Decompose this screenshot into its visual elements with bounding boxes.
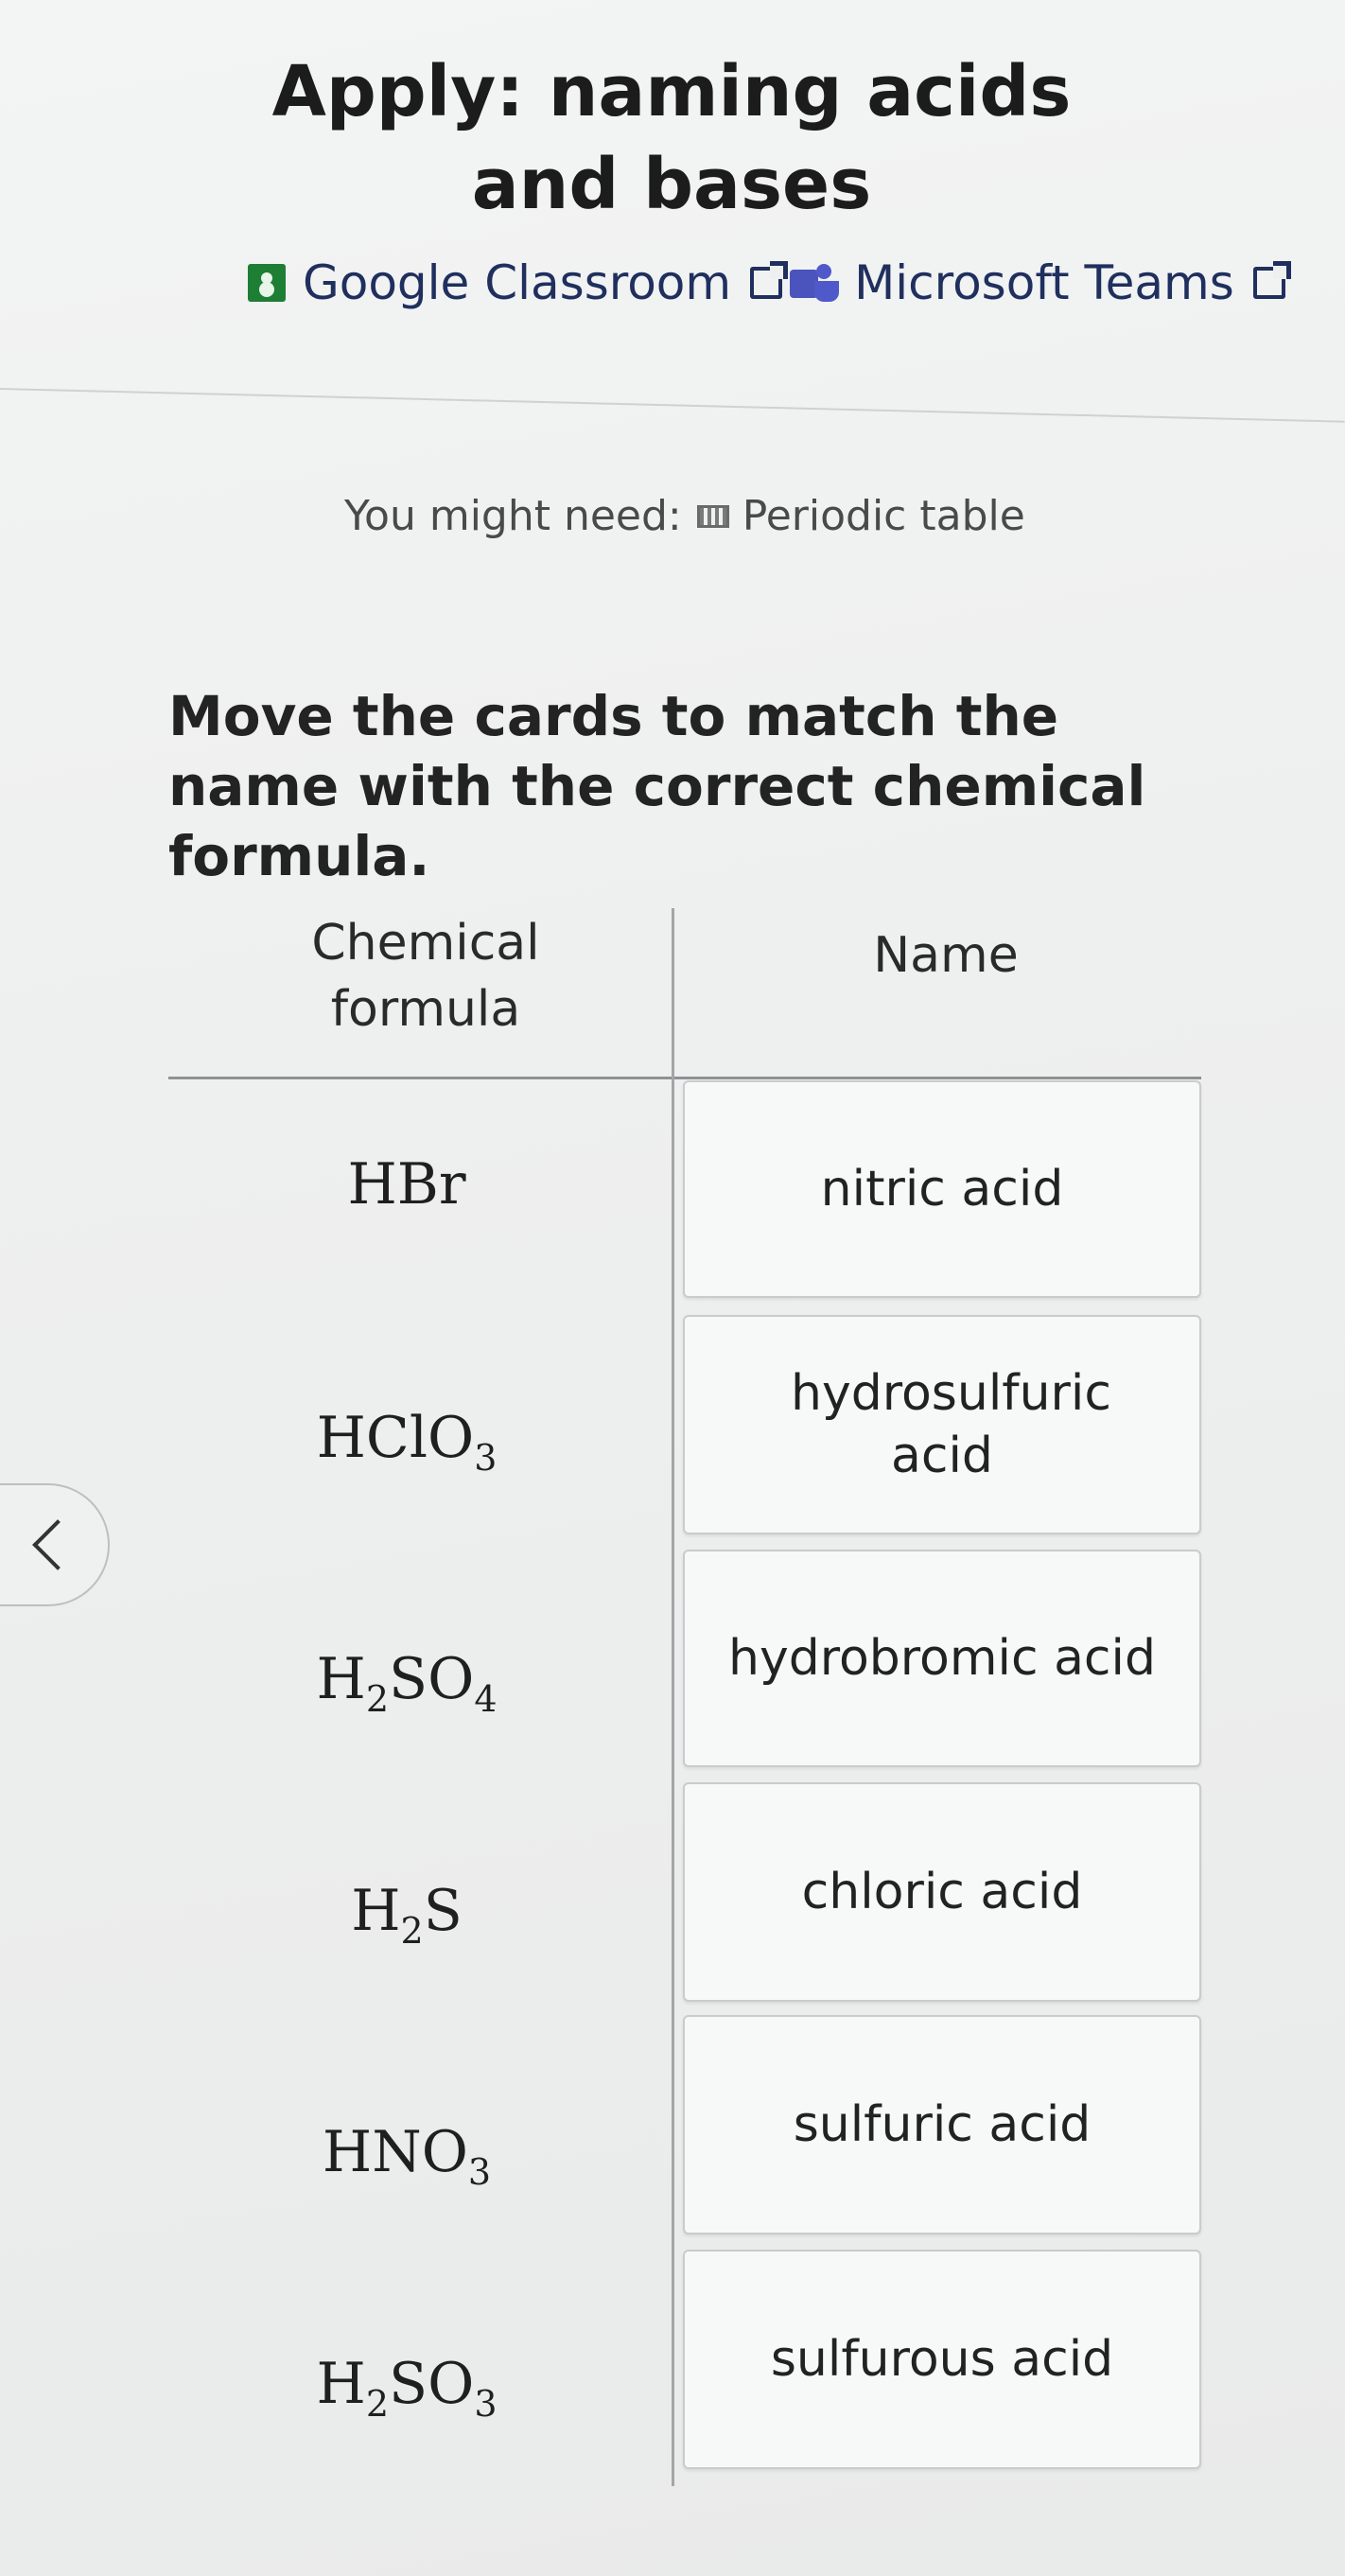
resources-row: You might need: Periodic table <box>344 492 1025 540</box>
name-card[interactable]: sulfuric acid <box>683 2015 1201 2234</box>
divider <box>0 388 1345 423</box>
header-divider <box>168 1077 1201 1079</box>
formula-text: HClO <box>316 1405 475 1471</box>
formula-cell: HBr <box>142 1147 672 1222</box>
column-header-name: Name <box>873 927 1019 984</box>
page-title: Apply: naming acids and bases <box>271 51 1072 225</box>
formula-text: S <box>423 1878 463 1944</box>
column-header-formula: Chemical formula <box>311 915 540 1038</box>
formula-text: HNO <box>322 2119 468 2185</box>
microsoft-teams-link[interactable]: Microsoft Teams <box>854 255 1234 310</box>
name-card-label: chloric acid <box>801 1864 1083 1920</box>
formula-cell: H2S <box>142 1873 672 1949</box>
formula-cell: H2SO4 <box>142 1641 672 1717</box>
name-card-label: hydrosulfuric acid <box>791 1365 1111 1484</box>
resources-prefix: You might need: <box>344 492 682 540</box>
formula-text: H <box>316 1646 366 1712</box>
name-card[interactable]: hydrosulfuric acid <box>683 1315 1201 1534</box>
name-card-label: sulfuric acid <box>793 2096 1092 2153</box>
name-card-label: sulfurous acid <box>770 2331 1114 2388</box>
formula-text: SO <box>389 1646 475 1712</box>
formula-cell: H2SO3 <box>142 2346 672 2422</box>
chevron-left-icon <box>32 1519 83 1570</box>
external-link-icon[interactable] <box>750 261 789 299</box>
name-card[interactable]: chloric acid <box>683 1782 1201 2002</box>
periodic-table-icon[interactable] <box>696 504 729 528</box>
formula-text: HBr <box>347 1151 466 1218</box>
formula-cell: HNO3 <box>142 2114 672 2190</box>
name-card-label: nitric acid <box>820 1161 1064 1218</box>
name-card-label: hydrobromic acid <box>728 1630 1156 1687</box>
name-card[interactable]: hydrobromic acid <box>683 1550 1201 1767</box>
google-classroom-link[interactable]: Google Classroom <box>303 255 731 310</box>
formula-subscript: 2 <box>365 2383 390 2425</box>
name-card[interactable]: nitric acid <box>683 1080 1201 1298</box>
formula-subscript: 3 <box>474 1437 498 1479</box>
formula-subscript: 2 <box>365 1678 390 1720</box>
formula-subscript: 3 <box>474 2383 498 2425</box>
previous-button[interactable] <box>0 1483 110 1606</box>
formula-cell: HClO3 <box>142 1400 672 1476</box>
name-card[interactable]: sulfurous acid <box>683 2250 1201 2469</box>
column-divider <box>672 908 674 2486</box>
formula-text: H <box>351 1878 401 1944</box>
formula-text: SO <box>389 2351 475 2417</box>
formula-subscript: 3 <box>467 2151 492 2193</box>
microsoft-teams-icon[interactable] <box>790 264 845 302</box>
formula-text: H <box>316 2351 366 2417</box>
formula-subscript: 2 <box>400 1910 424 1952</box>
google-classroom-icon[interactable] <box>248 264 286 302</box>
periodic-table-link[interactable]: Periodic table <box>742 492 1025 540</box>
formula-subscript: 4 <box>474 1678 498 1720</box>
external-link-icon[interactable] <box>1252 261 1291 299</box>
share-row: Google Classroom Microsoft Teams <box>248 255 1291 310</box>
question-prompt: Move the cards to match the name with th… <box>168 684 1146 888</box>
